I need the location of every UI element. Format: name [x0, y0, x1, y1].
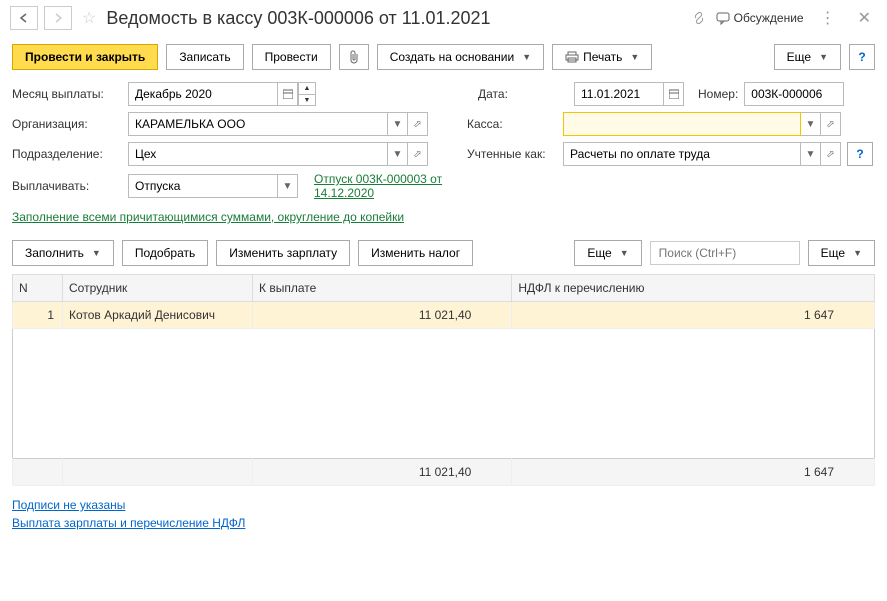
open-icon: ⬀ — [826, 119, 834, 130]
month-label: Месяц выплаты: — [12, 87, 122, 101]
date-label: Дата: — [478, 87, 568, 101]
change-salary-button[interactable]: Изменить зарплату — [216, 240, 350, 266]
table-more2-button[interactable]: Еще▼ — [808, 240, 875, 266]
help-button[interactable]: ? — [849, 44, 875, 70]
save-button[interactable]: Записать — [166, 44, 243, 70]
number-label: Номер: — [698, 87, 738, 101]
org-open-button[interactable]: ⬀ — [408, 112, 428, 136]
dept-open-button[interactable]: ⬀ — [408, 142, 428, 166]
col-emp-header[interactable]: Сотрудник — [63, 275, 253, 302]
accounted-dropdown-button[interactable]: ▼ — [801, 142, 821, 166]
col-tax-header[interactable]: НДФЛ к перечислению — [512, 275, 875, 302]
chevron-down-icon: ▼ — [92, 248, 101, 258]
chevron-down-icon: ▼ — [853, 248, 862, 258]
pay-ndfl-link[interactable]: Выплата зарплаты и перечисление НДФЛ — [12, 516, 875, 530]
accounted-open-button[interactable]: ⬀ — [821, 142, 841, 166]
search-input[interactable] — [650, 241, 800, 265]
table-row[interactable]: 1 Котов Аркадий Денисович 11 021,40 1 64… — [13, 302, 875, 329]
kassa-dropdown-button[interactable]: ▼ — [801, 112, 821, 136]
calendar-icon — [283, 89, 293, 99]
link-icon[interactable] — [692, 11, 706, 25]
kassa-input[interactable] — [563, 112, 801, 136]
fill-rules-link[interactable]: Заполнение всеми причитающимися суммами,… — [12, 210, 404, 224]
calendar-button[interactable] — [278, 82, 298, 106]
org-label: Организация: — [12, 117, 122, 131]
pay-dropdown-button[interactable]: ▼ — [278, 174, 298, 198]
open-icon: ⬀ — [826, 149, 834, 160]
spinner-up-icon[interactable]: ▲ — [298, 82, 316, 94]
pick-button[interactable]: Подобрать — [122, 240, 208, 266]
create-from-button[interactable]: Создать на основании▼ — [377, 44, 544, 70]
print-button[interactable]: Печать▼ — [552, 44, 652, 70]
dept-dropdown-button[interactable]: ▼ — [388, 142, 408, 166]
org-dropdown-button[interactable]: ▼ — [388, 112, 408, 136]
open-icon: ⬀ — [413, 119, 421, 130]
dept-label: Подразделение: — [12, 147, 122, 161]
accounted-input[interactable] — [563, 142, 801, 166]
col-pay-header[interactable]: К выплате — [253, 275, 512, 302]
employees-table: N Сотрудник К выплате НДФЛ к перечислени… — [12, 274, 875, 486]
table-footer-row: 11 021,40 1 647 — [13, 459, 875, 486]
chevron-down-icon: ▼ — [806, 119, 816, 130]
star-icon[interactable]: ☆ — [78, 8, 100, 28]
more-menu-icon[interactable]: ⋮ — [814, 8, 842, 28]
arrow-right-icon — [52, 13, 64, 23]
chat-icon — [716, 11, 730, 25]
post-close-button[interactable]: Провести и закрыть — [12, 44, 158, 70]
post-button[interactable]: Провести — [252, 44, 331, 70]
accounted-label: Учтенные как: — [467, 147, 557, 161]
kassa-open-button[interactable]: ⬀ — [821, 112, 841, 136]
spinner-down-icon[interactable]: ▼ — [298, 94, 316, 106]
open-icon: ⬀ — [413, 149, 421, 160]
attach-button[interactable] — [339, 44, 369, 70]
col-n-header[interactable]: N — [13, 275, 63, 302]
discuss-button[interactable]: Обсуждение — [716, 11, 804, 25]
month-spinner[interactable]: ▲▼ — [298, 82, 316, 106]
nav-back-button[interactable] — [10, 6, 38, 30]
date-input[interactable] — [574, 82, 664, 106]
print-icon — [565, 51, 579, 63]
date-calendar-button[interactable] — [664, 82, 684, 106]
vacation-doc-link[interactable]: Отпуск 003К-000003 от 14.12.2020 — [314, 172, 464, 200]
chevron-down-icon: ▼ — [620, 248, 629, 258]
cell-pay: 11 021,40 — [253, 302, 512, 329]
chevron-down-icon: ▼ — [283, 181, 293, 192]
cell-emp: Котов Аркадий Денисович — [63, 302, 253, 329]
more-button[interactable]: Еще▼ — [774, 44, 841, 70]
chevron-down-icon: ▼ — [393, 119, 403, 130]
table-more-button[interactable]: Еще▼ — [574, 240, 641, 266]
discuss-label: Обсуждение — [734, 11, 804, 25]
total-pay: 11 021,40 — [253, 459, 512, 486]
calendar-icon — [669, 89, 679, 99]
kassa-label: Касса: — [467, 117, 557, 131]
paperclip-icon — [348, 50, 360, 64]
accounted-help-button[interactable]: ? — [847, 142, 873, 166]
chevron-down-icon: ▼ — [630, 52, 639, 62]
cell-n: 1 — [13, 302, 63, 329]
dept-input[interactable] — [128, 142, 388, 166]
number-input[interactable] — [744, 82, 844, 106]
month-input[interactable] — [128, 82, 278, 106]
chevron-down-icon: ▼ — [806, 149, 816, 160]
chevron-down-icon: ▼ — [393, 149, 403, 160]
cell-tax: 1 647 — [512, 302, 875, 329]
total-tax: 1 647 — [512, 459, 875, 486]
close-icon[interactable]: ✕ — [852, 8, 877, 28]
page-title: Ведомость в кассу 003К-000006 от 11.01.2… — [106, 8, 685, 29]
change-tax-button[interactable]: Изменить налог — [358, 240, 473, 266]
sign-link[interactable]: Подписи не указаны — [12, 498, 875, 512]
chevron-down-icon: ▼ — [819, 52, 828, 62]
arrow-left-icon — [18, 13, 30, 23]
chevron-down-icon: ▼ — [522, 52, 531, 62]
pay-input[interactable] — [128, 174, 278, 198]
pay-label: Выплачивать: — [12, 179, 122, 193]
fill-button[interactable]: Заполнить▼ — [12, 240, 114, 266]
org-input[interactable] — [128, 112, 388, 136]
nav-forward-button[interactable] — [44, 6, 72, 30]
